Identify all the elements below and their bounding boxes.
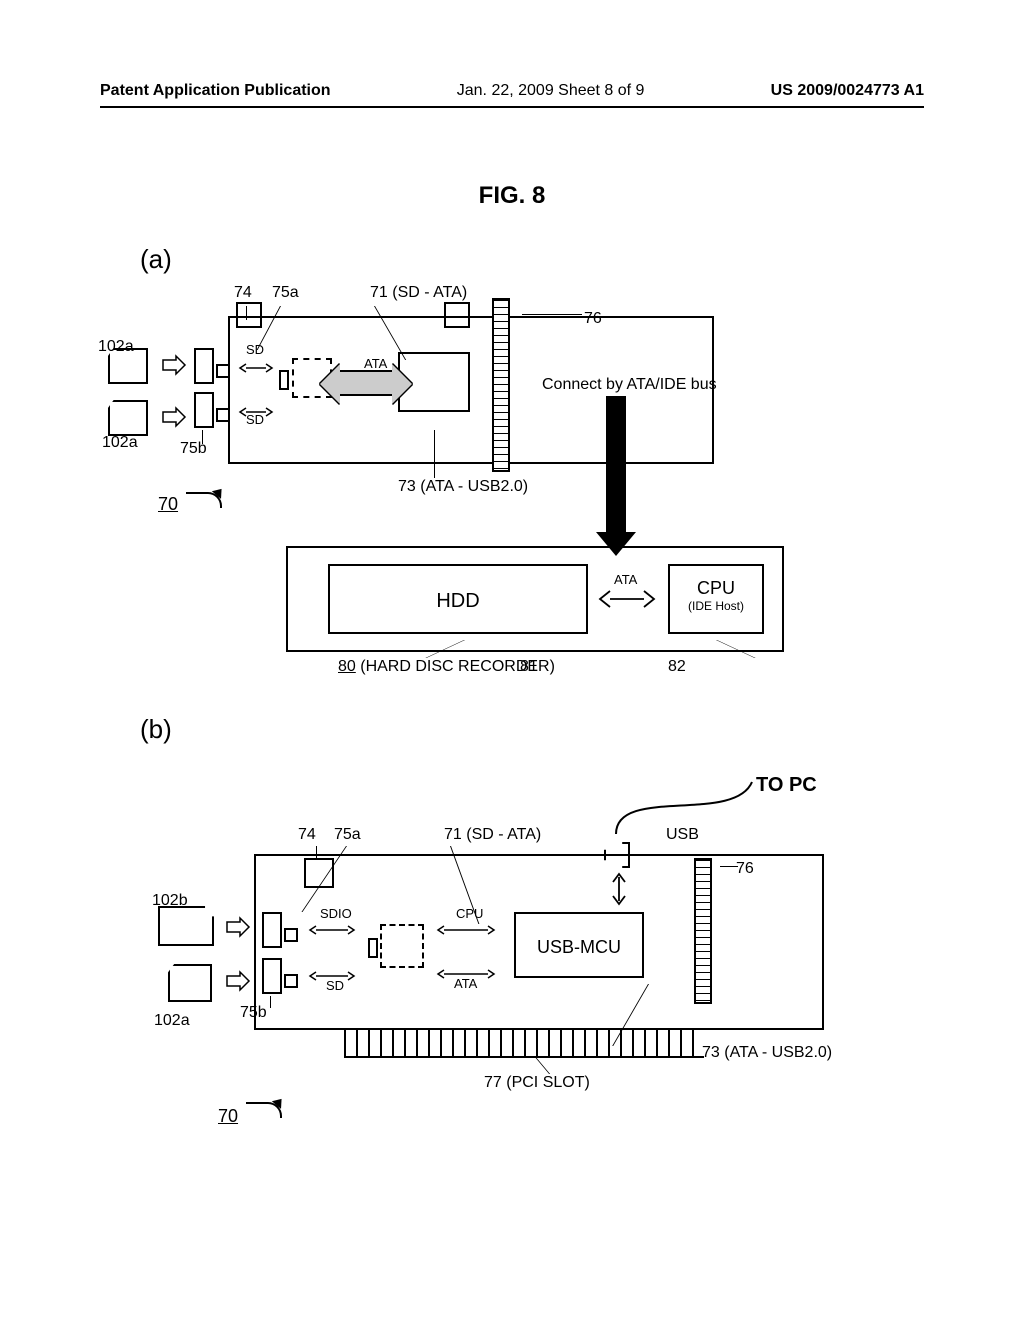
sd-card-102a-b [168, 964, 212, 1002]
figure-title: FIG. 8 [0, 182, 1024, 210]
ref-75b-b: 75b [240, 1004, 267, 1022]
leader-line [534, 1056, 550, 1074]
usb-bidir-arrow-icon [604, 874, 634, 904]
chip-pin-icon [279, 370, 289, 390]
insert-arrow-icon [162, 408, 186, 426]
insert-arrow-icon [226, 972, 250, 990]
leader-line [246, 306, 247, 320]
insert-arrow-icon [226, 918, 250, 936]
slot-pin-icon [216, 364, 230, 378]
ref-81: 81 [520, 658, 538, 676]
pub-number: US 2009/0024773 A1 [771, 82, 924, 100]
ref-74-b: 74 [298, 826, 316, 844]
chip-pin-icon [368, 938, 378, 958]
ref-75a-b: 75a [334, 826, 361, 844]
leader-arrow-icon [186, 492, 222, 508]
ata-label: ATA [614, 572, 637, 587]
slot-pin-icon [284, 974, 298, 988]
leader-line [720, 866, 738, 867]
sdio-card-102b [158, 906, 214, 946]
ref-77: 77 (PCI SLOT) [484, 1074, 590, 1092]
cpu-block-82: CPU (IDE Host) [668, 564, 764, 634]
ref-74: 74 [234, 284, 252, 302]
usb-mcu-chip-73: USB-MCU [514, 912, 644, 978]
ref-73: 73 (ATA - USB2.0) [398, 478, 528, 496]
label-sd-b: SD [326, 978, 344, 993]
ref-82: 82 [668, 658, 686, 676]
chip-74-b [304, 858, 334, 888]
label-cpu-b: CPU [456, 906, 483, 921]
ref-76: 76 [584, 310, 602, 328]
slot-75b [194, 392, 214, 428]
bidir-arrow-icon [240, 360, 272, 376]
ref-70: 70 [158, 494, 178, 515]
ref-102b: 102b [152, 892, 188, 910]
section-label-b: (b) [140, 714, 172, 745]
cpu-sublabel: (IDE Host) [670, 599, 762, 613]
chip-74 [236, 302, 262, 328]
header-rule [100, 106, 924, 108]
pub-date-sheet: Jan. 22, 2009 Sheet 8 of 9 [457, 82, 645, 100]
ref-102a: 102a [98, 338, 134, 356]
pci-slot-77 [344, 1030, 704, 1058]
leader-line [270, 996, 271, 1008]
label-ata: ATA [364, 356, 387, 371]
ref-102a: 102a [102, 434, 138, 452]
ref-73-b: 73 (ATA - USB2.0) [702, 1044, 832, 1062]
label-sd: SD [246, 412, 264, 427]
chip-near-76 [444, 302, 470, 328]
sd-ata-chip-71-b [380, 924, 424, 968]
diagram-a: 74 75a 71 (SD - ATA) 76 73 (ATA - USB2.0… [104, 300, 924, 700]
label-sdio: SDIO [320, 906, 352, 921]
hdd-block-81: HDD [328, 564, 588, 634]
ref-76-b: 76 [736, 860, 754, 878]
connector-76 [492, 298, 510, 472]
connector-76-b [694, 858, 712, 1004]
ref-71-b: 71 (SD - ATA) [444, 826, 541, 844]
ata-ide-arrow-icon [606, 396, 626, 536]
label-to-pc: TO PC [756, 774, 817, 797]
ref-70-b: 70 [218, 1106, 238, 1127]
bidir-arrow-icon [438, 922, 494, 938]
leader-line [316, 846, 317, 860]
label-ata-b: ATA [454, 976, 477, 991]
leader-line [202, 430, 203, 444]
ata-bidir-arrow-icon: ATA [600, 588, 654, 610]
ref-75a: 75a [272, 284, 299, 302]
ata-bus-arrow-icon [338, 370, 394, 396]
insert-arrow-icon [162, 356, 186, 374]
label-usb: USB [666, 826, 699, 844]
label-sd: SD [246, 342, 264, 357]
pub-type: Patent Application Publication [100, 82, 331, 100]
sd-card-102a-bottom [108, 400, 148, 436]
ref-71: 71 (SD - ATA) [370, 284, 467, 302]
leader-line [522, 314, 582, 315]
bidir-arrow-icon [310, 922, 354, 938]
slot-pin-icon [216, 408, 230, 422]
leader-arrow-icon [246, 1102, 282, 1118]
section-label-a: (a) [140, 244, 172, 275]
slot-75a [194, 348, 214, 384]
leader-line [434, 430, 435, 478]
page-header: Patent Application Publication Jan. 22, … [100, 82, 924, 100]
slot-75a-b [262, 912, 282, 948]
slot-pin-icon [284, 928, 298, 942]
diagram-b: USB-MCU 74 75a 71 (SD - ATA) USB TO PC 7… [154, 844, 934, 1204]
label-connect-ata-ide: Connect by ATA/IDE bus [542, 376, 717, 394]
ref-102a-b: 102a [154, 1012, 190, 1030]
hard-disc-recorder-80: HDD CPU (IDE Host) ATA [286, 546, 784, 652]
cpu-label: CPU [670, 578, 762, 599]
slot-75b-b [262, 958, 282, 994]
